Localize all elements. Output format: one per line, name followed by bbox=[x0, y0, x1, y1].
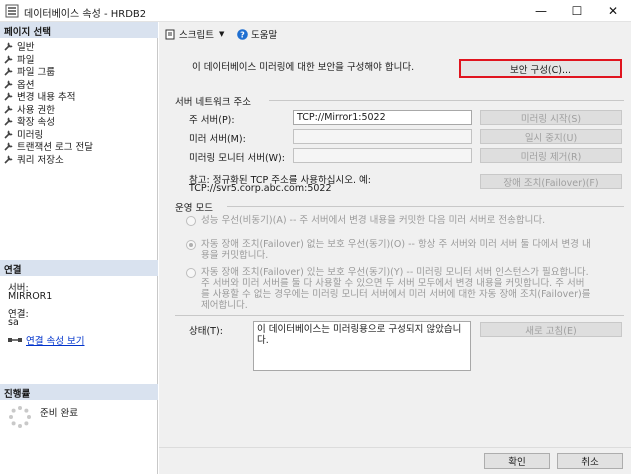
network-section-title: 서버 네트워크 주소 bbox=[175, 97, 251, 108]
mirror-label: 미러 서버(M): bbox=[189, 134, 246, 145]
status-box: 이 데이터베이스는 미러링용으로 구성되지 않았습니다. bbox=[253, 321, 471, 371]
wrench-icon bbox=[4, 129, 13, 139]
page-item-log-shipping[interactable]: 트랜잭션 로그 전달 bbox=[4, 140, 93, 153]
witness-label: 미러링 모니터 서버(W): bbox=[189, 153, 285, 164]
intro-text: 이 데이터베이스 미러링에 대한 보안을 구성해야 합니다. bbox=[192, 62, 415, 73]
wrench-icon bbox=[4, 67, 13, 76]
configure-security-button[interactable]: 보안 구성(C)... bbox=[459, 59, 622, 78]
divider bbox=[269, 100, 624, 101]
principal-field[interactable]: TCP://Mirror1:5022 bbox=[293, 110, 472, 125]
refresh-button[interactable]: 새로 고침(E) bbox=[480, 322, 622, 337]
chevron-down-icon: ▼ bbox=[218, 30, 225, 38]
mode-auto-failover-label-2: 주 서버와 미러 서버를 둘 다 사용할 수 있으면 두 서버 모두에서 변경 … bbox=[201, 278, 585, 289]
view-connection-properties[interactable]: 연결 속성 보기 bbox=[8, 333, 84, 347]
page-item-filegroups[interactable]: 파일 그룹 bbox=[4, 65, 55, 78]
page-item-label: 쿼리 저장소 bbox=[17, 154, 64, 166]
connection-header: 연결 bbox=[0, 260, 158, 276]
progress-spinner-icon bbox=[9, 406, 31, 428]
page-item-files[interactable]: 파일 bbox=[4, 53, 34, 66]
connection-value: sa bbox=[8, 317, 19, 328]
start-mirroring-button[interactable]: 미러링 시작(S) bbox=[480, 110, 622, 125]
mirror-field[interactable] bbox=[293, 129, 472, 144]
mode-auto-failover-label-4: 제어합니다. bbox=[201, 300, 248, 311]
title-bar: 데이터베이스 속성 - HRDB2 — ☐ ✕ bbox=[0, 0, 631, 22]
mode-high-performance-radio[interactable] bbox=[186, 216, 196, 226]
progress-status: 준비 완료 bbox=[40, 408, 78, 419]
ok-button[interactable]: 확인 bbox=[484, 453, 550, 469]
note-example: TCP://svr5.corp.abc.com:5022 bbox=[189, 183, 332, 194]
mode-auto-failover-label-1: 자동 장애 조치(Failover) 있는 보호 우선(동기)(Y) -- 미러… bbox=[201, 267, 589, 278]
mode-auto-failover-label-3: 를 사용할 수 없는 경우에는 미러링 모니터 서버에서 미러 서버에 대한 자… bbox=[201, 289, 591, 300]
wrench-icon bbox=[4, 79, 13, 89]
divider bbox=[175, 315, 624, 316]
close-button[interactable]: ✕ bbox=[595, 0, 631, 22]
mode-high-safety-label-1: 자동 장애 조치(Failover) 없는 보호 우선(동기)(O) -- 항상… bbox=[201, 239, 591, 250]
wrench-icon bbox=[4, 104, 13, 114]
script-menu[interactable]: 스크립트 ▼ bbox=[165, 27, 224, 41]
mode-auto-failover-radio[interactable] bbox=[186, 268, 196, 278]
page-item-general[interactable]: 일반 bbox=[4, 40, 34, 53]
divider bbox=[159, 447, 631, 448]
wrench-icon bbox=[4, 154, 13, 164]
maximize-button[interactable]: ☐ bbox=[559, 0, 595, 22]
divider bbox=[227, 206, 624, 207]
cancel-button[interactable]: 취소 bbox=[557, 453, 623, 469]
server-value: MIRROR1 bbox=[8, 291, 53, 302]
window-title: 데이터베이스 속성 - HRDB2 bbox=[24, 9, 147, 20]
progress-header: 진행률 bbox=[0, 384, 158, 400]
script-icon bbox=[165, 29, 175, 39]
pages-header: 페이지 선택 bbox=[0, 22, 158, 38]
page-item-change-tracking[interactable]: 변경 내용 추적 bbox=[4, 90, 75, 103]
connection-icon bbox=[8, 338, 22, 342]
mode-section-title: 운영 모드 bbox=[175, 203, 213, 214]
help-icon: ? bbox=[237, 28, 248, 40]
status-label: 상태(T): bbox=[189, 326, 223, 337]
mode-high-performance-label: 성능 우선(비동기)(A) -- 주 서버에서 변경 내용을 커밋한 다음 미러… bbox=[201, 215, 546, 226]
page-item-permissions[interactable]: 사용 권한 bbox=[4, 103, 55, 116]
mode-high-safety-radio[interactable] bbox=[186, 240, 196, 250]
remove-mirroring-button[interactable]: 미러링 제거(R) bbox=[480, 148, 622, 163]
svg-text:?: ? bbox=[240, 30, 245, 39]
script-label: 스크립트 bbox=[179, 30, 214, 41]
wrench-icon bbox=[4, 92, 13, 101]
page-item-query-store[interactable]: 쿼리 저장소 bbox=[4, 153, 64, 166]
principal-label: 주 서버(P): bbox=[189, 115, 235, 126]
wrench-icon bbox=[4, 54, 13, 64]
database-icon bbox=[5, 4, 19, 18]
left-panel: 페이지 선택 일반 파일 파일 그룹 옵션 변경 내용 추적 사용 권한 확장 속성 미러링 트… bbox=[0, 22, 158, 474]
failover-button[interactable]: 장애 조치(Failover)(F) bbox=[480, 174, 622, 189]
wrench-icon bbox=[4, 117, 13, 126]
help-button[interactable]: ? 도움말 bbox=[237, 27, 277, 41]
toolbar: 스크립트 ▼ ? 도움말 bbox=[159, 22, 631, 44]
mode-high-safety-label-2: 용을 커밋합니다. bbox=[201, 250, 269, 261]
minimize-button[interactable]: — bbox=[523, 0, 559, 22]
page-item-extended-properties[interactable]: 확장 속성 bbox=[4, 115, 55, 128]
connection-properties-link[interactable]: 연결 속성 보기 bbox=[26, 333, 84, 347]
wrench-icon bbox=[4, 142, 13, 151]
page-item-options[interactable]: 옵션 bbox=[4, 78, 34, 91]
main-panel: 스크립트 ▼ ? 도움말 이 데이터베이스 미러링에 대한 보안을 구성해야 합… bbox=[159, 22, 631, 474]
help-label: 도움말 bbox=[251, 30, 278, 41]
witness-field[interactable] bbox=[293, 148, 472, 163]
page-item-mirroring[interactable]: 미러링 bbox=[4, 128, 43, 141]
wrench-icon bbox=[4, 42, 13, 51]
pause-button[interactable]: 일시 중지(U) bbox=[480, 129, 622, 144]
